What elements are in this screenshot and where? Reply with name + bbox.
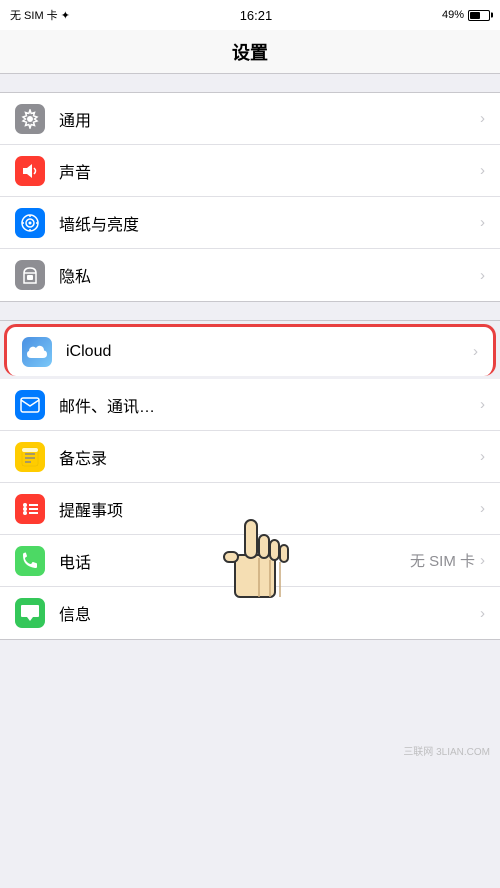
- privacy-label: 隐私: [59, 263, 480, 287]
- page-title: 设置: [232, 39, 268, 65]
- phone-icon: [15, 546, 45, 576]
- status-time: 16:21: [240, 8, 273, 23]
- wallpaper-icon: [15, 208, 45, 238]
- settings-item-icloud[interactable]: iCloud ›: [4, 324, 496, 376]
- reminders-icon: [15, 494, 45, 524]
- general-chevron: ›: [480, 110, 485, 127]
- status-right: 49%: [442, 9, 490, 21]
- section-gap-2: [0, 302, 500, 320]
- icloud-chevron: ›: [473, 343, 478, 360]
- notes-chevron: ›: [480, 448, 485, 465]
- settings-item-notes[interactable]: 备忘录 ›: [0, 431, 500, 483]
- status-bar: 无 SIM 卡 ✦ 16:21 49%: [0, 0, 500, 30]
- settings-item-reminders[interactable]: 提醒事项 ›: [0, 483, 500, 535]
- notes-label: 备忘录: [59, 445, 480, 469]
- messages-chevron: ›: [480, 605, 485, 622]
- wallpaper-chevron: ›: [480, 214, 485, 231]
- section-gap-1: [0, 74, 500, 92]
- battery-icon: [468, 10, 490, 21]
- settings-group-2: iCloud › 邮件、通讯… › 备忘录 ›: [0, 320, 500, 640]
- settings-item-phone[interactable]: 电话 无 SIM 卡 ›: [0, 535, 500, 587]
- sound-chevron: ›: [480, 162, 485, 179]
- sound-icon: [15, 156, 45, 186]
- icloud-icon: [22, 337, 52, 367]
- general-label: 通用: [59, 107, 480, 131]
- icloud-label: iCloud: [66, 343, 473, 361]
- privacy-icon: [15, 260, 45, 290]
- settings-item-messages[interactable]: 信息 ›: [0, 587, 500, 639]
- general-icon: [15, 104, 45, 134]
- messages-icon: [15, 598, 45, 628]
- settings-item-privacy[interactable]: 隐私 ›: [0, 249, 500, 301]
- privacy-chevron: ›: [480, 267, 485, 284]
- phone-label: 电话: [59, 549, 410, 573]
- reminders-chevron: ›: [480, 500, 485, 517]
- page-title-bar: 设置: [0, 30, 500, 74]
- sound-label: 声音: [59, 159, 480, 183]
- reminders-label: 提醒事项: [59, 497, 480, 521]
- settings-group-1: 通用 › 声音 › 墙纸与亮度 ›: [0, 92, 500, 302]
- notes-icon: [15, 442, 45, 472]
- settings-item-mail[interactable]: 邮件、通讯… ›: [0, 379, 500, 431]
- status-carrier: 无 SIM 卡 ✦: [10, 7, 70, 23]
- settings-item-wallpaper[interactable]: 墙纸与亮度 ›: [0, 197, 500, 249]
- messages-label: 信息: [59, 601, 480, 625]
- mail-icon: [15, 390, 45, 420]
- settings-item-general[interactable]: 通用 ›: [0, 93, 500, 145]
- phone-value: 无 SIM 卡: [410, 550, 475, 571]
- settings-item-sound[interactable]: 声音 ›: [0, 145, 500, 197]
- phone-chevron: ›: [480, 552, 485, 569]
- watermark: 三联网 3LIAN.COM: [403, 743, 490, 758]
- wallpaper-label: 墙纸与亮度: [59, 211, 480, 235]
- mail-label: 邮件、通讯…: [59, 393, 480, 417]
- battery-percent: 49%: [442, 9, 464, 21]
- mail-chevron: ›: [480, 396, 485, 413]
